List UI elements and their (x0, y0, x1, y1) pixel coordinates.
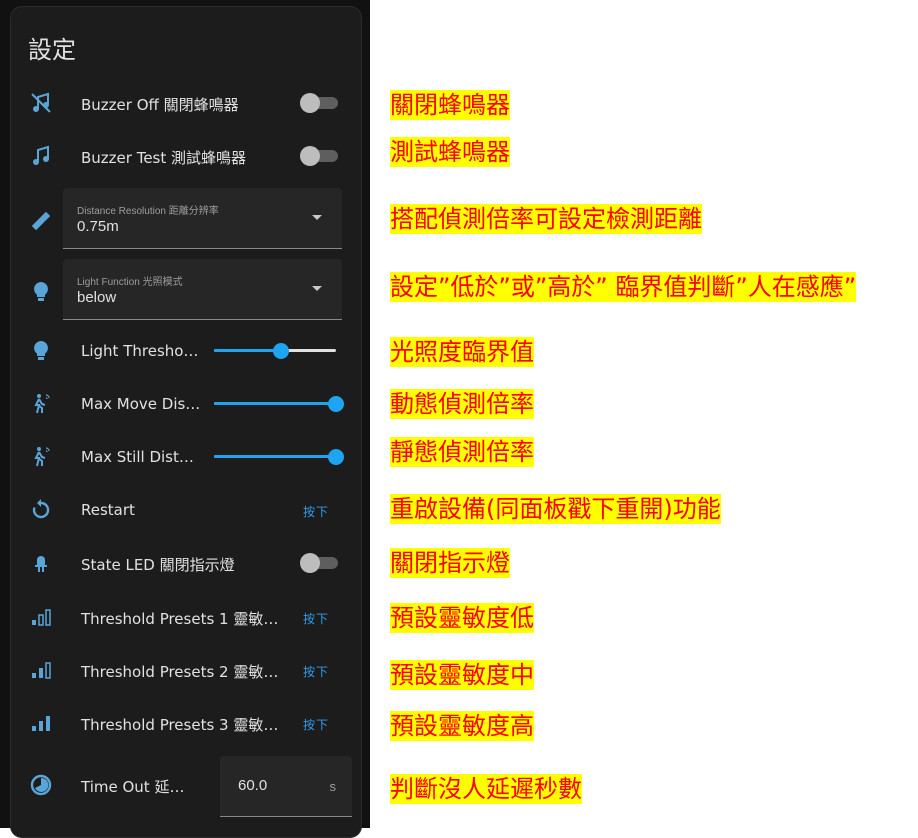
preset2-row: Threshold Presets 2 靈敏… 按下 (10, 647, 360, 693)
slider-fill (214, 455, 336, 458)
annotation-preset1: 預設靈敏度低 (390, 603, 534, 633)
annotation-light-threshold: 光照度臨界值 (390, 337, 534, 367)
annotation-preset3: 預設靈敏度高 (390, 711, 534, 741)
state-led-row[interactable]: State LED 關閉指示燈 (10, 540, 360, 586)
slider-knob[interactable] (328, 396, 344, 412)
annotation-buzzer-off: 關閉蜂鳴器 (390, 90, 510, 120)
light-threshold-slider[interactable] (214, 343, 336, 359)
slider-knob[interactable] (328, 449, 344, 465)
annotation-buzzer-test: 測試蜂鳴器 (390, 137, 510, 167)
timeout-unit: s (329, 779, 337, 794)
slider-fill (214, 349, 282, 352)
slider-knob[interactable] (273, 343, 290, 359)
annotation-distance-resolution: 搭配偵測倍率可設定檢測距離 (390, 204, 702, 234)
annotation-timeout: 判斷沒人延遲秒數 (390, 774, 582, 804)
buzzer-test-toggle[interactable] (300, 146, 338, 166)
signal-low-icon (28, 604, 54, 630)
distance-resolution-select[interactable]: Distance Resolution 距離分辨率 0.75m (63, 188, 342, 249)
restart-label: Restart (81, 501, 135, 519)
restart-row: Restart 按下 (10, 487, 360, 533)
annotation-preset2: 預設靈敏度中 (390, 660, 534, 690)
toggle-thumb (300, 553, 320, 573)
motion-sensor-icon (28, 391, 54, 417)
motion-sensor-icon (28, 444, 54, 470)
preset3-label: Threshold Presets 3 靈敏… (81, 716, 279, 734)
timeout-row: Time Out 延… 60.0 s (10, 756, 360, 817)
light-threshold-label: Light Thresho… (81, 342, 199, 360)
light-threshold-row: Light Thresho… (10, 328, 360, 374)
lightbulb-icon (28, 338, 54, 364)
preset2-press-button[interactable]: 按下 (303, 663, 329, 680)
card-title: 設定 (28, 37, 76, 64)
signal-high-icon (28, 710, 54, 736)
preset1-row: Threshold Presets 1 靈敏… 按下 (10, 594, 360, 640)
buzzer-off-row[interactable]: Buzzer Off 關閉蜂鳴器 (10, 80, 360, 126)
signal-medium-icon (28, 657, 54, 683)
max-still-label: Max Still Dist… (81, 448, 194, 466)
annotation-max-move: 動態偵測倍率 (390, 389, 534, 419)
preset1-label: Threshold Presets 1 靈敏… (81, 610, 279, 628)
max-move-row: Max Move Dis… (10, 381, 360, 427)
annotation-light-function: 設定”低於”或”高於” 臨界值判斷”人在感應” (390, 272, 857, 302)
timer-icon (28, 772, 54, 798)
slider-fill (214, 402, 336, 405)
chevron-down-icon (312, 286, 322, 291)
led-icon (28, 550, 54, 576)
annotation-max-still: 靜態偵測倍率 (390, 437, 534, 467)
max-still-slider[interactable] (214, 449, 344, 465)
max-move-slider[interactable] (214, 396, 344, 412)
preset3-row: Threshold Presets 3 靈敏… 按下 (10, 700, 360, 746)
music-off-icon (28, 90, 54, 116)
preset1-press-button[interactable]: 按下 (303, 610, 329, 627)
lightbulb-icon (28, 279, 54, 305)
buzzer-test-label: Buzzer Test 測試蜂鳴器 (81, 149, 247, 167)
light-function-label: Light Function 光照模式 (77, 277, 183, 288)
timeout-label: Time Out 延… (81, 778, 185, 796)
timeout-value: 60.0 (238, 777, 268, 794)
state-led-toggle[interactable] (300, 553, 338, 573)
light-function-select[interactable]: Light Function 光照模式 below (63, 259, 342, 320)
music-note-icon (28, 143, 54, 169)
buzzer-test-row[interactable]: Buzzer Test 測試蜂鳴器 (10, 133, 360, 179)
chevron-down-icon (312, 215, 322, 220)
toggle-thumb (300, 93, 320, 113)
light-function-value: below (77, 289, 117, 306)
state-led-label: State LED 關閉指示燈 (81, 556, 235, 574)
ruler-icon (28, 208, 54, 234)
toggle-thumb (300, 146, 320, 166)
max-still-row: Max Still Dist… (10, 434, 360, 480)
max-move-label: Max Move Dis… (81, 395, 201, 413)
preset3-press-button[interactable]: 按下 (303, 716, 329, 733)
distance-resolution-label: Distance Resolution 距離分辨率 (77, 206, 219, 217)
distance-resolution-value: 0.75m (77, 218, 119, 235)
annotation-restart: 重啟設備(同面板戳下重開)功能 (390, 494, 721, 524)
timeout-input[interactable]: 60.0 s (220, 756, 352, 817)
preset2-label: Threshold Presets 2 靈敏… (81, 663, 279, 681)
buzzer-off-label: Buzzer Off 關閉蜂鳴器 (81, 96, 239, 114)
restart-press-button[interactable]: 按下 (303, 503, 329, 520)
restart-icon (28, 497, 54, 523)
annotation-state-led: 關閉指示燈 (390, 548, 510, 578)
buzzer-off-toggle[interactable] (300, 93, 338, 113)
